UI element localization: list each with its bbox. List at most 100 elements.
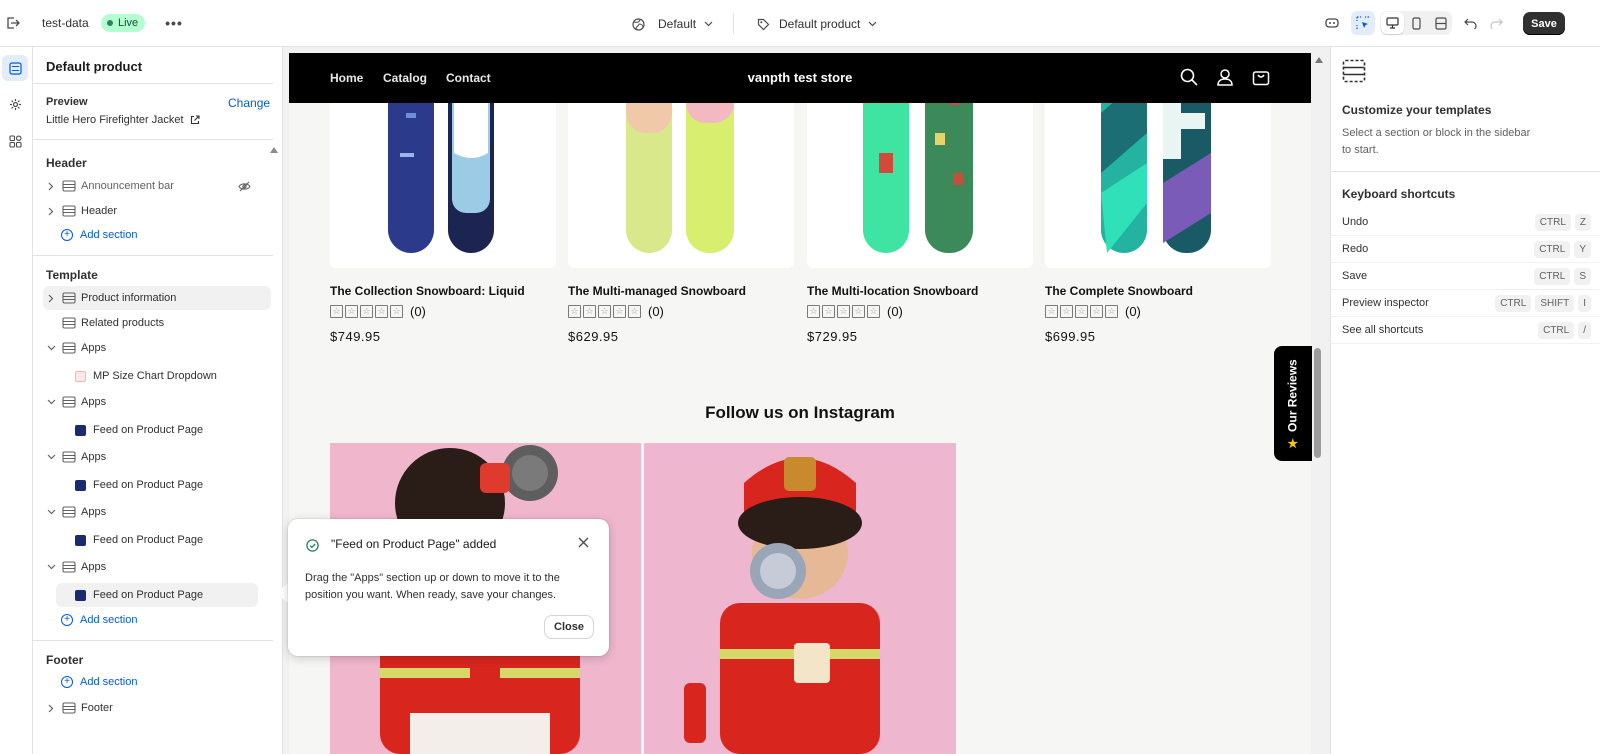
popover-close-button[interactable]: Close [545, 616, 593, 638]
divider [1331, 171, 1600, 172]
review-count: (0) [410, 304, 426, 319]
block-app[interactable]: Feed on Product Page [56, 418, 271, 442]
block-app-selected[interactable]: Feed on Product Page [56, 583, 258, 607]
theme-select-label: Default [658, 17, 697, 31]
shortcut-row[interactable]: See all shortcuts CTRL / [1331, 317, 1600, 344]
product-name[interactable]: The Multi-managed Snowboard [568, 284, 746, 298]
key: / [1578, 321, 1591, 339]
search-icon[interactable] [1180, 68, 1198, 86]
product-name[interactable]: The Complete Snowboard [1045, 284, 1193, 298]
star-empty-icon: ☆ [807, 305, 820, 318]
change-link[interactable]: Change [228, 96, 270, 110]
chevron-down-icon [704, 21, 713, 27]
chevron-right-icon[interactable] [43, 182, 59, 191]
section-product-information[interactable]: Product information [43, 286, 271, 310]
chevron-down-icon[interactable] [43, 454, 59, 460]
section-apps[interactable]: Apps [43, 500, 271, 524]
chevron-right-icon[interactable] [43, 294, 59, 303]
section-related-products[interactable]: Related products [43, 311, 271, 335]
sidebar: Default product Preview Change Little He… [33, 47, 283, 754]
device-toggle [1380, 11, 1452, 35]
scrollbar-thumb[interactable] [1314, 348, 1321, 458]
block-app[interactable]: Feed on Product Page [56, 528, 271, 552]
product-name[interactable]: The Collection Snowboard: Liquid [330, 284, 525, 298]
top-bar: test-data Live ••• Default Default produ… [0, 0, 1600, 47]
live-dot-icon [107, 20, 113, 26]
inspector-icon[interactable] [1351, 11, 1375, 35]
chevron-down-icon[interactable] [43, 399, 59, 405]
key: CTRL [1534, 267, 1571, 285]
product-name[interactable]: The Multi-location Snowboard [807, 284, 978, 298]
product-rating: ☆ ☆ ☆ ☆ ☆ (0) [568, 304, 664, 319]
popover-body: Drag the "Apps" section up or down to mo… [305, 572, 560, 601]
section-icon [61, 291, 77, 305]
shortcut-row: Save CTRL S [1331, 263, 1600, 290]
scroll-up-arrow-icon[interactable] [1315, 57, 1323, 63]
block-app[interactable]: MP Size Chart Dropdown [56, 364, 271, 388]
section-header[interactable]: Header [43, 199, 271, 223]
section-icon [61, 701, 77, 715]
our-reviews-tab[interactable]: ★ Our Reviews [1274, 346, 1312, 461]
scroll-up-arrow-icon[interactable] [270, 147, 278, 153]
add-section-button[interactable]: + Add section [61, 676, 137, 688]
close-icon[interactable] [578, 537, 589, 548]
store-logo-title[interactable]: vanpth test store [289, 70, 1311, 85]
section-apps[interactable]: Apps [43, 555, 271, 579]
chevron-right-icon[interactable] [43, 704, 59, 713]
chevron-down-icon[interactable] [43, 509, 59, 515]
popover-title: "Feed on Product Page" added [331, 537, 497, 551]
section-announcement-bar[interactable]: Announcement bar [43, 174, 271, 198]
star-empty-icon: ☆ [345, 305, 358, 318]
add-section-button[interactable]: + Add section [61, 229, 137, 241]
settings-gear-icon[interactable] [2, 91, 28, 117]
chevron-right-icon[interactable] [43, 207, 59, 216]
more-icon[interactable]: ••• [163, 12, 185, 34]
template-select[interactable]: Default product [757, 14, 877, 34]
sections-icon[interactable] [2, 55, 28, 81]
desktop-icon[interactable] [1381, 12, 1404, 34]
add-section-button[interactable]: + Add section [61, 614, 137, 626]
star-empty-icon: ☆ [822, 305, 835, 318]
section-apps[interactable]: Apps [43, 390, 271, 414]
app-embeds-icon[interactable] [1321, 12, 1343, 34]
undo-icon[interactable] [1459, 12, 1481, 34]
canvas-scrollbar[interactable] [1312, 51, 1324, 754]
cart-icon[interactable] [1252, 68, 1270, 86]
section-added-popover: "Feed on Product Page" added Drag the "A… [288, 519, 609, 656]
section-apps[interactable]: Apps [43, 336, 271, 360]
nav-catalog[interactable]: Catalog [383, 71, 427, 85]
product-rating: ☆ ☆ ☆ ☆ ☆ (0) [330, 304, 426, 319]
chevron-down-icon[interactable] [43, 564, 59, 570]
preview-product[interactable]: Little Hero Firefighter Jacket [46, 114, 200, 126]
nav-home[interactable]: Home [330, 71, 363, 85]
divider [33, 139, 273, 140]
star-empty-icon: ☆ [1075, 305, 1088, 318]
instagram-photo[interactable] [644, 443, 956, 754]
theme-select[interactable]: Default [632, 14, 713, 34]
eye-hidden-icon[interactable] [238, 181, 251, 192]
exit-icon[interactable] [2, 12, 24, 34]
store-name[interactable]: test-data [42, 16, 89, 30]
apps-icon[interactable] [2, 128, 28, 154]
mobile-icon[interactable] [1405, 12, 1428, 34]
shortcut-label: Redo [1342, 243, 1369, 255]
block-label: Feed on Product Page [93, 424, 204, 436]
section-apps[interactable]: Apps [43, 445, 271, 469]
block-app[interactable]: Feed on Product Page [56, 473, 271, 497]
fullscreen-icon[interactable] [1429, 12, 1452, 34]
feed-app-icon [75, 534, 86, 546]
block-label: Feed on Product Page [93, 534, 204, 546]
section-footer[interactable]: Footer [43, 696, 271, 720]
shortcut-label[interactable]: See all shortcuts [1342, 324, 1423, 336]
star-empty-icon: ☆ [1060, 305, 1073, 318]
account-icon[interactable] [1216, 68, 1234, 86]
nav-contact[interactable]: Contact [446, 71, 491, 85]
group-title-header: Header [46, 156, 87, 170]
key: I [1578, 294, 1591, 312]
redo-icon[interactable] [1485, 12, 1507, 34]
shortcuts-title: Keyboard shortcuts [1342, 187, 1456, 201]
chevron-down-icon[interactable] [43, 345, 59, 351]
feed-app-icon [75, 479, 86, 491]
live-badge-label: Live [118, 17, 139, 29]
save-button[interactable]: Save [1523, 12, 1565, 35]
